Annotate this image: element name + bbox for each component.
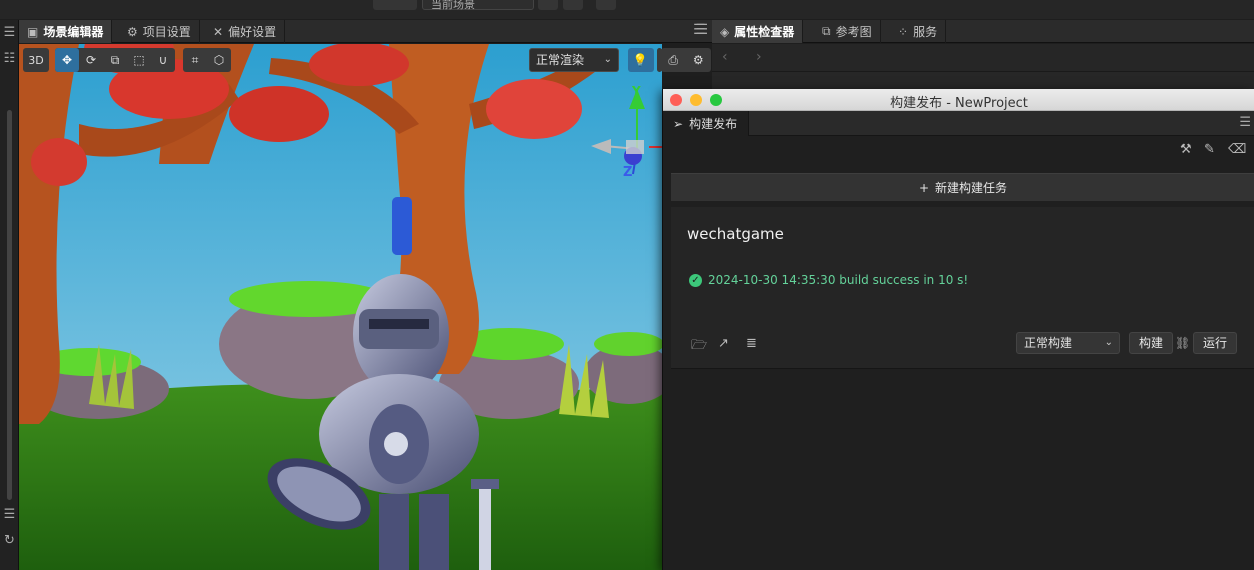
menu-icon[interactable]: ☰: [693, 22, 706, 38]
tab-scene-editor[interactable]: ▣ 场景编辑器: [19, 20, 113, 43]
list-icon[interactable]: ☷: [0, 48, 19, 70]
link-icon[interactable]: ⛓: [1175, 336, 1190, 350]
inspector-icon: ◈: [720, 24, 730, 39]
chevron-down-icon: ⌄: [1104, 337, 1113, 348]
rotate-tool-button[interactable]: ⟳: [79, 48, 103, 72]
build-status: ✓ 2024-10-30 14:35:30 build success in 1…: [689, 273, 968, 287]
rect-icon: ⬚: [133, 53, 145, 67]
mode-3d-label: 3D: [28, 53, 44, 67]
folder-icon[interactable]: 🗁: [691, 336, 707, 358]
back-arrow-icon[interactable]: ‹: [722, 49, 728, 65]
services-icon: ⁘: [898, 24, 909, 39]
build-mode-value: 正常构建: [1024, 336, 1073, 350]
magnet-icon: ∪: [158, 53, 168, 67]
reference-image-icon: ⧉: [822, 24, 831, 38]
pivot-button[interactable]: ⌗: [183, 48, 207, 72]
build-dialog: 构建发布 - NewProject ➢ 构建发布 ☰ ⚒ ✎ ⌫ + 新建构建任…: [662, 89, 1254, 570]
scene-icon: ▣: [27, 24, 39, 39]
check-circle-icon: ✓: [689, 273, 702, 287]
log-icon[interactable]: ≣: [746, 336, 757, 351]
lightbulb-icon: 💡: [632, 53, 648, 67]
mode-3d-button[interactable]: 3D: [23, 48, 49, 72]
camera-settings-group: ⎙ ⚙: [661, 48, 711, 72]
chevron-down-icon: ⌄: [603, 54, 612, 65]
inspector-tab-bar: ◈ 属性检查器 ⧉ 参考图 ⁘ 服务: [712, 20, 1254, 43]
tab-label: 偏好设置: [228, 25, 277, 39]
run-button-label: 运行: [1202, 336, 1227, 350]
scene-viewport[interactable]: Y Z 3D ✥ ⟳ ⧉ ⬚ ∪ ⌗ ⬡ 正常渲染 ⌄ 💡: [19, 44, 662, 570]
menu-icon[interactable]: ☰: [1239, 115, 1251, 130]
build-button[interactable]: 构建: [1129, 332, 1173, 354]
gizmo-y-label: Y: [632, 84, 641, 98]
tab-label: 场景编辑器: [43, 25, 104, 39]
open-external-icon[interactable]: ↗: [718, 336, 729, 351]
gizmo-z-label: Z: [623, 165, 633, 180]
plus-icon: +: [918, 180, 930, 195]
cube-icon: ⬡: [213, 53, 225, 67]
left-scrollbar[interactable]: [7, 110, 12, 500]
tab-build-publish[interactable]: ➢ 构建发布: [663, 111, 749, 136]
build-button-label: 构建: [1138, 336, 1163, 350]
gear-icon[interactable]: ⚙: [693, 53, 704, 67]
run-button[interactable]: 运行: [1193, 332, 1237, 354]
render-mode-value: 正常渲染: [536, 53, 585, 67]
scene-tab-bar: ▣ 场景编辑器 ⚙ 项目设置 ✕ 偏好设置 ☰: [19, 20, 712, 43]
tab-reference-image[interactable]: ⧉ 参考图: [814, 20, 881, 43]
rect-tool-button[interactable]: ⬚: [127, 48, 151, 72]
platform-name: wechatgame: [687, 225, 784, 243]
menu-icon[interactable]: ☰: [0, 22, 19, 44]
mode-3d-group: 3D: [23, 48, 49, 72]
refresh-icon[interactable]: ↻: [0, 530, 19, 552]
tab-services[interactable]: ⁘ 服务: [890, 20, 947, 43]
top-toolbar: 当前场景: [0, 0, 1254, 19]
transform-tools: ✥ ⟳ ⧉ ⬚ ∪: [55, 48, 175, 72]
scene-select-value: 当前场景: [431, 0, 475, 11]
gear-icon: ⚙: [127, 24, 138, 39]
play-options-button[interactable]: [373, 0, 417, 10]
tab-label: 服务: [913, 25, 938, 39]
scale-icon: ⧉: [110, 52, 120, 67]
wrench-icon: ✕: [213, 24, 224, 39]
move-icon: ✥: [61, 53, 73, 67]
scene-render: [19, 44, 662, 570]
play-button[interactable]: [538, 0, 558, 10]
clean-icon[interactable]: ⌫: [1228, 142, 1246, 157]
new-build-task-button[interactable]: + 新建构建任务: [671, 173, 1254, 201]
tab-project-settings[interactable]: ⚙ 项目设置: [119, 20, 200, 43]
refresh-button[interactable]: [563, 0, 583, 10]
tab-label: 项目设置: [142, 25, 191, 39]
tools-icon[interactable]: ⚒: [1180, 142, 1192, 157]
build-status-text: 2024-10-30 14:35:30 build success in 10 …: [708, 273, 969, 287]
dialog-titlebar[interactable]: 构建发布 - NewProject: [663, 89, 1254, 111]
render-mode-select[interactable]: 正常渲染 ⌄: [529, 48, 619, 72]
build-task-card: wechatgame ✓ 2024-10-30 14:35:30 build s…: [671, 207, 1254, 369]
inspector-nav: ‹ ›: [712, 44, 1254, 72]
forward-arrow-icon[interactable]: ›: [756, 49, 762, 65]
build-mode-select[interactable]: 正常构建 ⌄: [1016, 332, 1120, 354]
scene-select[interactable]: 当前场景: [422, 0, 534, 11]
local-global-button[interactable]: ⬡: [207, 48, 231, 72]
tab-label: 构建发布: [689, 117, 738, 131]
new-build-task-label: 新建构建任务: [935, 181, 1008, 195]
edit-config-icon[interactable]: ✎: [1204, 142, 1215, 157]
scale-tool-button[interactable]: ⧉: [103, 48, 127, 72]
dialog-tab-bar: ➢ 构建发布 ☰: [663, 111, 1254, 136]
move-tool-button[interactable]: ✥: [55, 48, 79, 72]
tab-label: 属性检查器: [734, 25, 795, 39]
snap-tool-button[interactable]: ∪: [151, 48, 175, 72]
left-rail: ☰ ☷ ☰ ↻: [0, 20, 19, 570]
pivot-tools: ⌗ ⬡: [183, 48, 231, 72]
tab-inspector[interactable]: ◈ 属性检查器: [712, 20, 804, 43]
rotate-icon: ⟳: [85, 53, 97, 67]
dialog-title: 构建发布 - NewProject: [890, 96, 1028, 111]
layout-button[interactable]: [596, 0, 616, 10]
send-icon: ➢: [673, 116, 684, 131]
lighting-toggle[interactable]: 💡: [628, 48, 654, 72]
tab-label: 参考图: [835, 25, 872, 39]
pivot-icon: ⌗: [191, 52, 199, 67]
tab-preferences[interactable]: ✕ 偏好设置: [205, 20, 286, 43]
menu-icon[interactable]: ☰: [0, 504, 19, 526]
camera-icon[interactable]: ⎙: [668, 53, 678, 68]
